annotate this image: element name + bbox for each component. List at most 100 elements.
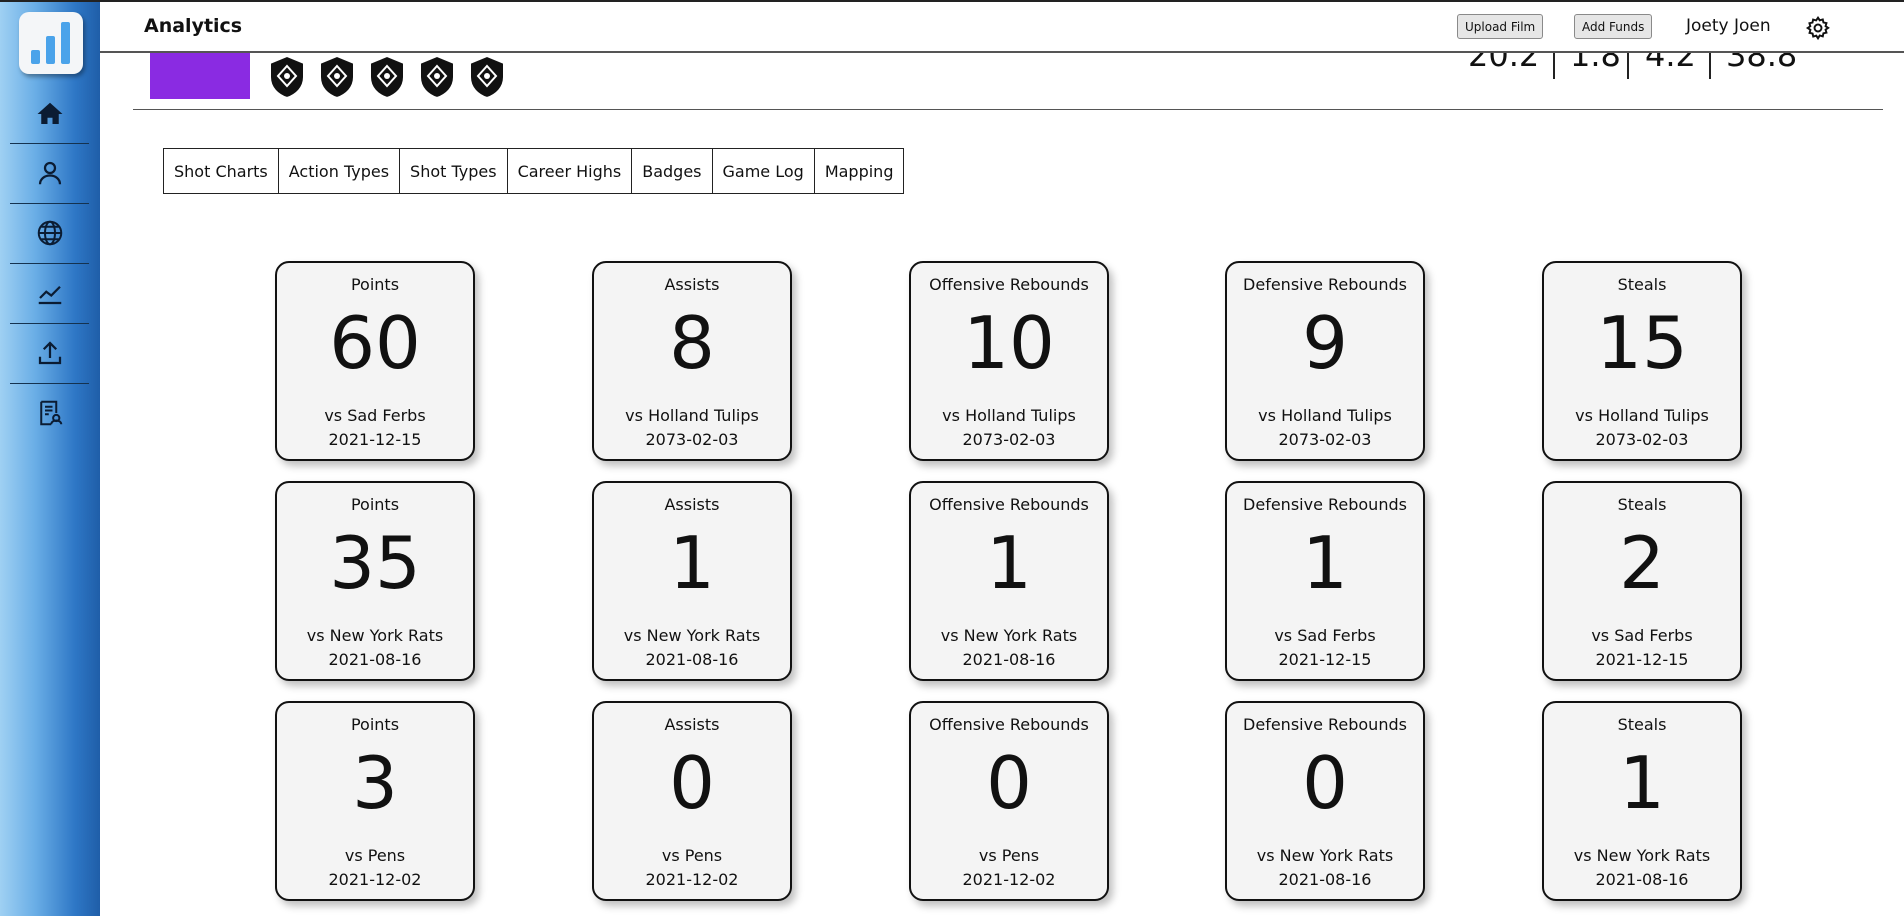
profile-divider (133, 109, 1883, 110)
stat-card: Steals 1 vs New York Rats 2021-08-16 (1542, 701, 1742, 901)
badge-shield-icon (319, 54, 355, 100)
globe-icon (37, 220, 62, 246)
tab-action-types[interactable]: Action Types (277, 148, 401, 194)
tab-shot-charts[interactable]: Shot Charts (163, 148, 279, 194)
stat-card: Points 60 vs Sad Ferbs 2021-12-15 (275, 261, 475, 461)
card-date: 2073-02-03 (962, 430, 1056, 449)
card-value: 1 (1619, 741, 1665, 825)
add-funds-button[interactable]: Add Funds (1574, 14, 1653, 39)
stat-card: Points 35 vs New York Rats 2021-08-16 (275, 481, 475, 681)
card-opponent: vs Pens (661, 846, 723, 865)
sidebar-item-reports[interactable] (10, 384, 89, 442)
card-opponent: vs Sad Ferbs (1591, 626, 1693, 645)
card-value: 15 (1596, 301, 1688, 385)
badge-shield-icon (469, 54, 505, 100)
card-title: Defensive Rebounds (1243, 715, 1407, 734)
card-value: 1 (669, 521, 715, 605)
card-date: 2021-08-16 (962, 650, 1056, 669)
card-date: 2021-12-15 (1278, 650, 1372, 669)
card-value: 10 (963, 301, 1055, 385)
card-opponent: vs New York Rats (940, 626, 1078, 645)
user-name[interactable]: Joety Joen (1686, 16, 1771, 36)
home-icon (37, 102, 62, 124)
card-title: Offensive Rebounds (929, 715, 1089, 734)
badge-shield-icon (269, 54, 305, 100)
card-date: 2021-08-16 (1595, 870, 1689, 889)
stat-card: Offensive Rebounds 10 vs Holland Tulips … (909, 261, 1109, 461)
card-date: 2073-02-03 (645, 430, 739, 449)
stat-card: Assists 1 vs New York Rats 2021-08-16 (592, 481, 792, 681)
card-value: 8 (669, 301, 715, 385)
card-value: 60 (329, 301, 421, 385)
card-title: Steals (1617, 495, 1667, 514)
tab-shot-types[interactable]: Shot Types (399, 148, 508, 194)
card-date: 2073-02-03 (1595, 430, 1689, 449)
stat-card: Steals 15 vs Holland Tulips 2073-02-03 (1542, 261, 1742, 461)
card-opponent: vs New York Rats (1256, 846, 1394, 865)
tab-mapping[interactable]: Mapping (813, 148, 905, 194)
card-value: 2 (1619, 521, 1665, 605)
card-date: 2073-02-03 (1278, 430, 1372, 449)
card-value: 1 (986, 521, 1032, 605)
user-icon (38, 161, 61, 185)
team-color-swatch (150, 53, 250, 99)
stat-card: Defensive Rebounds 1 vs Sad Ferbs 2021-1… (1225, 481, 1425, 681)
report-icon (39, 400, 62, 426)
card-opponent: vs Holland Tulips (625, 406, 759, 425)
tab-game-log[interactable]: Game Log (711, 148, 815, 194)
card-title: Offensive Rebounds (929, 275, 1089, 294)
card-date: 2021-12-02 (962, 870, 1056, 889)
card-value: 3 (352, 741, 398, 825)
sidebar (0, 2, 100, 916)
card-value: 0 (1302, 741, 1348, 825)
card-opponent: vs Sad Ferbs (1274, 626, 1376, 645)
card-opponent: vs Holland Tulips (1575, 406, 1709, 425)
stat-card: Defensive Rebounds 9 vs Holland Tulips 2… (1225, 261, 1425, 461)
stat-card: Steals 2 vs Sad Ferbs 2021-12-15 (1542, 481, 1742, 681)
card-date: 2021-12-15 (1595, 650, 1689, 669)
app-logo[interactable] (19, 12, 83, 74)
upload-icon (38, 341, 61, 365)
stat-card: Assists 0 vs Pens 2021-12-02 (592, 701, 792, 901)
bar-chart-icon (31, 22, 70, 64)
tab-badges[interactable]: Badges (631, 148, 713, 194)
badge-shield-icon (419, 54, 455, 100)
gear-icon[interactable] (1805, 15, 1831, 41)
stat-card: Points 3 vs Pens 2021-12-02 (275, 701, 475, 901)
card-title: Steals (1617, 275, 1667, 294)
card-value: 0 (669, 741, 715, 825)
badge-shield-icon (369, 54, 405, 100)
card-title: Steals (1617, 715, 1667, 734)
sidebar-item-globe[interactable] (10, 204, 89, 262)
card-date: 2021-12-15 (328, 430, 422, 449)
card-opponent: vs Sad Ferbs (324, 406, 426, 425)
stat-card: Offensive Rebounds 0 vs Pens 2021-12-02 (909, 701, 1109, 901)
card-opponent: vs New York Rats (306, 626, 444, 645)
page-title: Analytics (144, 15, 243, 37)
tab-career-highs[interactable]: Career Highs (506, 148, 633, 194)
upload-film-button[interactable]: Upload Film (1457, 14, 1544, 39)
trend-chart-icon (38, 285, 61, 305)
card-date: 2021-12-02 (328, 870, 422, 889)
card-title: Offensive Rebounds (929, 495, 1089, 514)
card-value: 9 (1302, 301, 1348, 385)
card-value: 1 (1302, 521, 1348, 605)
sidebar-item-stats[interactable] (10, 264, 89, 322)
stat-card: Assists 8 vs Holland Tulips 2073-02-03 (592, 261, 792, 461)
card-title: Points (350, 715, 400, 734)
card-date: 2021-08-16 (328, 650, 422, 669)
top-header: Analytics Upload Film Add Funds Joety Jo… (100, 2, 1904, 53)
card-opponent: vs Holland Tulips (1258, 406, 1392, 425)
sidebar-item-home[interactable] (10, 85, 89, 143)
analytics-tabs: Shot Charts Action Types Shot Types Care… (163, 148, 905, 194)
card-opponent: vs New York Rats (1573, 846, 1711, 865)
card-date: 2021-12-02 (645, 870, 739, 889)
card-opponent: vs Holland Tulips (942, 406, 1076, 425)
card-title: Assists (664, 275, 720, 294)
card-value: 35 (329, 521, 421, 605)
sidebar-item-upload[interactable] (10, 324, 89, 382)
sidebar-item-profile[interactable] (10, 144, 89, 202)
card-title: Points (350, 275, 400, 294)
card-opponent: vs New York Rats (623, 626, 761, 645)
stat-card: Defensive Rebounds 0 vs New York Rats 20… (1225, 701, 1425, 901)
